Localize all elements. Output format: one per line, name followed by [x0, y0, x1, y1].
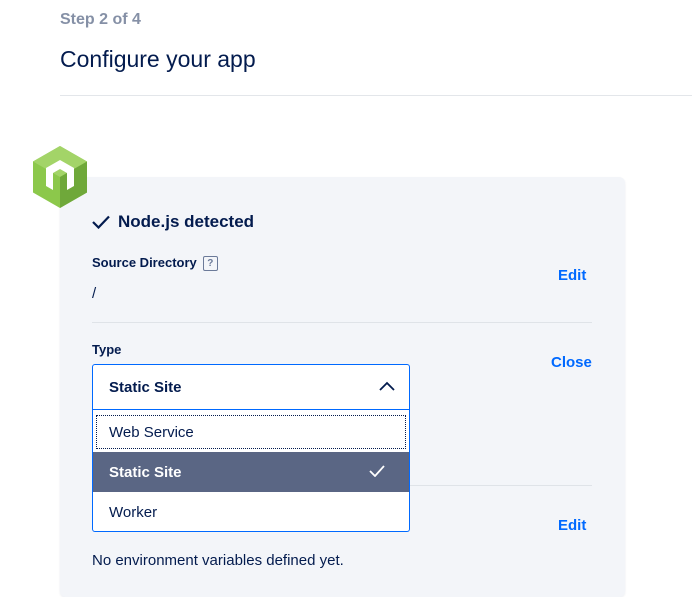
- option-label: Web Service: [109, 423, 194, 441]
- chevron-up-icon: [379, 381, 395, 391]
- dropdown-option-web-service[interactable]: Web Service: [93, 412, 409, 452]
- help-icon[interactable]: ?: [202, 256, 218, 272]
- nodejs-logo-icon: [30, 144, 90, 210]
- page-title: Configure your app: [60, 46, 256, 72]
- env-empty-text: No environment variables defined yet.: [92, 552, 344, 569]
- checkmark-icon: [369, 465, 385, 477]
- step-indicator: Step 2 of 4: [60, 11, 141, 28]
- checkmark-icon: [92, 215, 110, 229]
- type-close-link[interactable]: Close: [551, 354, 592, 371]
- option-label: Worker: [109, 503, 158, 521]
- type-label: Type: [92, 342, 122, 357]
- detected-label: Node.js detected: [118, 212, 255, 231]
- source-directory-value: /: [92, 285, 97, 302]
- header-divider: [60, 95, 692, 96]
- dropdown-option-worker[interactable]: Worker: [93, 492, 409, 532]
- source-directory-label-row: Source Directory?: [92, 255, 218, 272]
- section-divider: [92, 322, 592, 323]
- type-dropdown-menu: Web Service Static Site Worker: [92, 410, 410, 532]
- dropdown-option-static-site[interactable]: Static Site: [93, 452, 409, 492]
- env-edit-link[interactable]: Edit: [558, 517, 586, 534]
- type-select-value: Static Site: [109, 378, 182, 396]
- source-directory-edit-link[interactable]: Edit: [558, 267, 586, 284]
- source-directory-label: Source Directory: [92, 255, 197, 270]
- option-label: Static Site: [109, 463, 182, 481]
- detected-status: Node.js detected: [92, 212, 254, 232]
- type-select[interactable]: Static Site: [92, 364, 410, 410]
